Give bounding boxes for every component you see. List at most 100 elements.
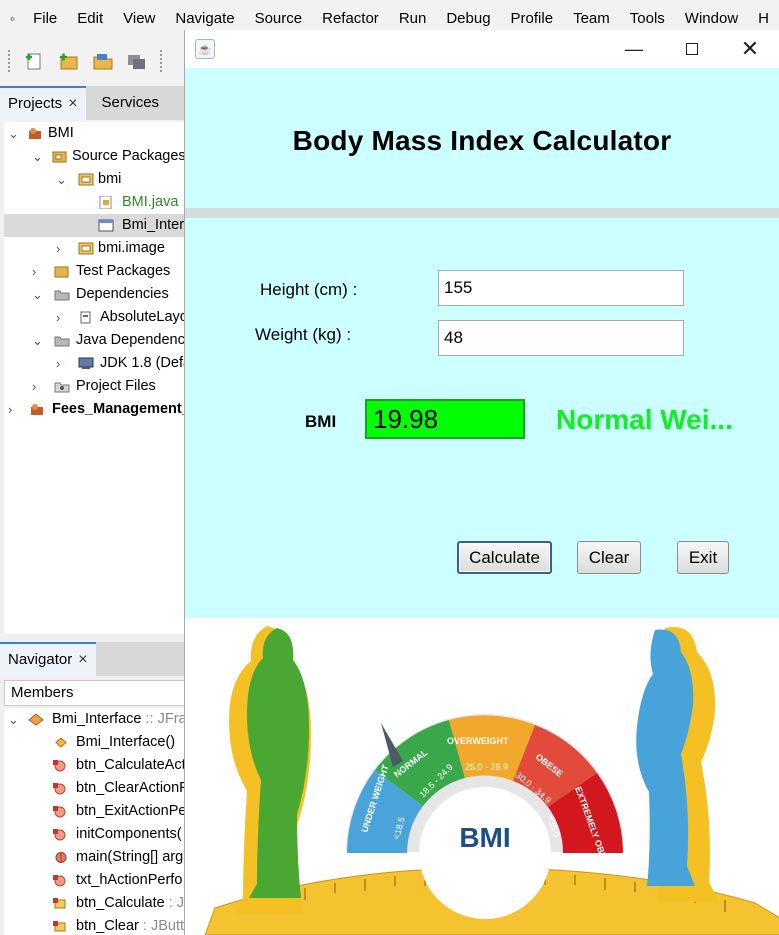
height-field[interactable]: 155 — [438, 270, 684, 306]
jdk-icon — [78, 357, 94, 369]
package-icon — [78, 173, 94, 186]
navigator-item-label: btn_ExitActionPe — [76, 803, 187, 819]
navigator-item-label: Bmi_Interface — [52, 711, 142, 727]
navigator-item[interactable]: btn_ClearActionP — [4, 777, 190, 800]
clear-button[interactable]: Clear — [577, 541, 641, 574]
netbeans-logo-icon — [10, 16, 15, 22]
maximize-icon[interactable] — [663, 30, 721, 68]
header-panel: Body Mass Index Calculator — [185, 68, 779, 208]
navigator-item[interactable]: Bmi_Interface() — [4, 731, 190, 754]
tree-label: Dependencies — [76, 286, 169, 302]
chevron-down-icon[interactable]: ⌄ — [32, 283, 43, 306]
navigator-item[interactable]: main(String[] arg — [4, 846, 190, 869]
tree-item-package-bmi[interactable]: ⌄ bmi — [4, 168, 190, 191]
tree-item-dependencies[interactable]: ⌄ Dependencies — [4, 283, 190, 306]
tree-label: Project Files — [76, 378, 156, 394]
new-file-icon[interactable] — [24, 51, 46, 71]
minimize-icon[interactable]: — — [605, 30, 663, 68]
open-project-icon[interactable] — [92, 51, 114, 71]
chevron-right-icon[interactable]: › — [56, 306, 60, 329]
tree-label: BMI — [48, 125, 74, 141]
bmi-app-window: ☕ — ✕ Body Mass Index Calculator Height … — [184, 30, 779, 935]
tree-label: bmi — [98, 171, 122, 187]
tree-item-fees-management[interactable]: › Fees_Management_ — [4, 398, 190, 421]
tab-navigator-label: Navigator — [8, 651, 73, 668]
chevron-right-icon[interactable]: › — [32, 375, 36, 398]
project-files-icon — [54, 382, 70, 393]
tree-item-bmi-image[interactable]: › bmi.image — [4, 237, 190, 260]
navigator-item-label: btn_CalculateAct — [76, 757, 186, 773]
chevron-right-icon[interactable]: › — [56, 237, 60, 260]
new-project-icon[interactable] — [58, 51, 80, 71]
close-icon[interactable]: × — [68, 87, 77, 121]
jframe-form-icon — [98, 219, 114, 232]
bmi-result-field: 19.98 — [365, 399, 525, 439]
navigator-item-label: txt_hActionPerfo — [76, 872, 183, 888]
tree-item-source-packages[interactable]: ⌄ Source Packages — [4, 145, 190, 168]
page-title: Body Mass Index Calculator — [292, 125, 672, 156]
chevron-down-icon[interactable]: ⌄ — [8, 122, 19, 145]
menu-view[interactable]: View — [113, 0, 165, 38]
package-icon — [78, 242, 94, 255]
menu-file[interactable]: File — [23, 0, 67, 38]
chevron-down-icon[interactable]: ⌄ — [56, 168, 67, 191]
tree-item-bmi[interactable]: ⌄ BMI — [4, 122, 190, 145]
tree-item-bmi-interface[interactable]: Bmi_Inter — [4, 214, 190, 237]
close-window-icon[interactable]: ✕ — [721, 30, 779, 68]
navigator-item-label: initComponents( — [76, 826, 182, 842]
height-label: Height (cm) : — [260, 280, 358, 299]
tab-projects[interactable]: Projects × — [0, 86, 86, 120]
navigator-item[interactable]: btn_Calculate : JB — [4, 892, 190, 915]
gauge-segment-label: OVERWEIGHT — [447, 736, 509, 746]
tree-label: JDK 1.8 (Defa — [100, 355, 190, 371]
gauge-range-label: 25.0 - 29.9 — [465, 762, 508, 772]
project-icon — [31, 404, 43, 415]
jar-icon — [80, 311, 91, 324]
navigator-item[interactable]: initComponents( — [4, 823, 190, 846]
navigator-item[interactable]: btn_CalculateAct — [4, 754, 190, 777]
java-file-icon — [99, 196, 112, 209]
tree-item-java-dependencies[interactable]: ⌄ Java Dependenc — [4, 329, 190, 352]
close-icon[interactable]: × — [78, 643, 87, 677]
tab-services[interactable]: Services — [86, 86, 168, 120]
chevron-right-icon[interactable]: › — [32, 260, 36, 283]
java-app-icon: ☕ — [195, 39, 215, 59]
tree-item-project-files[interactable]: › Project Files — [4, 375, 190, 398]
navigator-item[interactable]: btn_ExitActionPe — [4, 800, 190, 823]
bmi-status-label: Normal Wei... — [556, 404, 733, 435]
window-titlebar: ☕ — ✕ — [185, 30, 779, 68]
navigator-item[interactable]: ⌄ Bmi_Interface :: JFran — [4, 708, 190, 731]
static-method-icon — [55, 852, 67, 863]
save-all-icon[interactable] — [126, 51, 148, 71]
tree-label: Fees_Management_ — [52, 401, 190, 417]
chevron-down-icon[interactable]: ⌄ — [8, 708, 19, 731]
library-folder-icon — [54, 336, 70, 347]
project-icon — [29, 128, 41, 139]
exit-button[interactable]: Exit — [677, 541, 729, 574]
menu-edit[interactable]: Edit — [67, 0, 113, 38]
chevron-right-icon[interactable]: › — [8, 398, 12, 421]
constructor-icon — [55, 737, 67, 748]
navigator-item-type: : JButto — [138, 918, 190, 934]
tree-item-absolutelayout[interactable]: › AbsoluteLayo — [4, 306, 190, 329]
class-icon — [28, 713, 44, 726]
navigator-item[interactable]: txt_hActionPerfo — [4, 869, 190, 892]
tree-item-jdk[interactable]: › JDK 1.8 (Defa — [4, 352, 190, 375]
form-panel: Height (cm) : 155 Weight (kg) : 48 BMI 1… — [185, 218, 779, 618]
chevron-down-icon[interactable]: ⌄ — [32, 329, 43, 352]
projects-tab-bar: Projects × Services — [0, 86, 190, 120]
chevron-right-icon[interactable]: › — [56, 352, 60, 375]
navigator-tree: ⌄ Bmi_Interface :: JFran Bmi_Interface()… — [4, 708, 190, 935]
navigator-item-label: btn_ClearActionP — [76, 780, 189, 796]
tab-navigator[interactable]: Navigator × — [0, 642, 96, 676]
chevron-down-icon[interactable]: ⌄ — [32, 145, 43, 168]
navigator-item[interactable]: btn_Clear : JButto — [4, 915, 190, 935]
tree-label: BMI.java — [122, 194, 179, 210]
calculate-button[interactable]: Calculate — [457, 541, 552, 574]
toolbar-grip-icon — [160, 50, 164, 72]
tree-item-bmi-java[interactable]: BMI.java — [4, 191, 190, 214]
bmi-illustration: BMI UNDER WEIGHT NORMAL OVERWEIGHT OBESE… — [204, 626, 779, 935]
tree-item-test-packages[interactable]: › Test Packages — [4, 260, 190, 283]
members-filter-dropdown[interactable]: Members — [4, 680, 190, 706]
weight-field[interactable]: 48 — [438, 320, 684, 356]
